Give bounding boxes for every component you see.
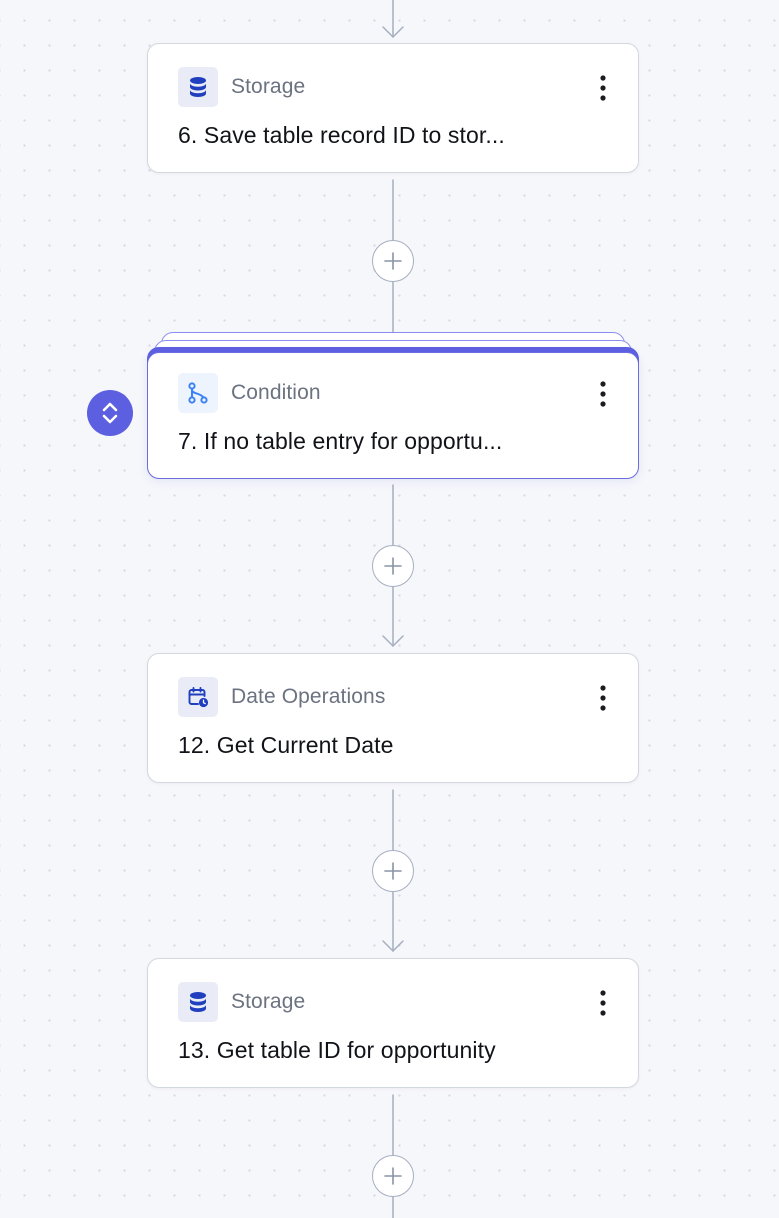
step-type-label: Date Operations: [231, 685, 386, 708]
step-type-label: Condition: [231, 381, 321, 404]
step-header: Condition: [178, 373, 321, 413]
calendar-clock-icon: [178, 677, 218, 717]
plus-icon: [384, 557, 402, 575]
step-title: 7. If no table entry for opportu...: [178, 428, 503, 454]
workflow-step-card[interactable]: Storage 6. Save table record ID to stor.…: [147, 43, 639, 173]
kebab-menu-icon: [600, 685, 606, 711]
step-title: 13. Get table ID for opportunity: [178, 1037, 496, 1063]
more-options-button[interactable]: [592, 73, 614, 103]
database-icon: [178, 67, 218, 107]
step-type-label: Storage: [231, 75, 306, 98]
kebab-menu-icon: [600, 75, 606, 101]
add-step-button[interactable]: [372, 1155, 414, 1197]
step-header: Date Operations: [178, 677, 385, 717]
step-title: 12. Get Current Date: [178, 732, 394, 758]
workflow-step-card[interactable]: Storage 13. Get table ID for opportunity: [147, 958, 639, 1088]
more-options-button[interactable]: [592, 379, 614, 409]
kebab-menu-icon: [600, 381, 606, 407]
branch-icon: [178, 373, 218, 413]
plus-icon: [384, 252, 402, 270]
database-icon: [178, 982, 218, 1022]
step-header: Storage: [178, 982, 305, 1022]
kebab-menu-icon: [600, 990, 606, 1016]
expand-collapse-button[interactable]: [87, 390, 133, 436]
add-step-button[interactable]: [372, 545, 414, 587]
add-step-button[interactable]: [372, 240, 414, 282]
chevron-up-down-icon: [102, 402, 118, 424]
step-type-label: Storage: [231, 990, 306, 1013]
add-step-button[interactable]: [372, 850, 414, 892]
plus-icon: [384, 862, 402, 880]
condition-step-card[interactable]: Condition 7. If no table entry for oppor…: [147, 352, 639, 479]
more-options-button[interactable]: [592, 683, 614, 713]
workflow-step-card[interactable]: Date Operations 12. Get Current Date: [147, 653, 639, 783]
plus-icon: [384, 1167, 402, 1185]
more-options-button[interactable]: [592, 988, 614, 1018]
step-header: Storage: [178, 67, 305, 107]
step-title: 6. Save table record ID to stor...: [178, 122, 505, 148]
